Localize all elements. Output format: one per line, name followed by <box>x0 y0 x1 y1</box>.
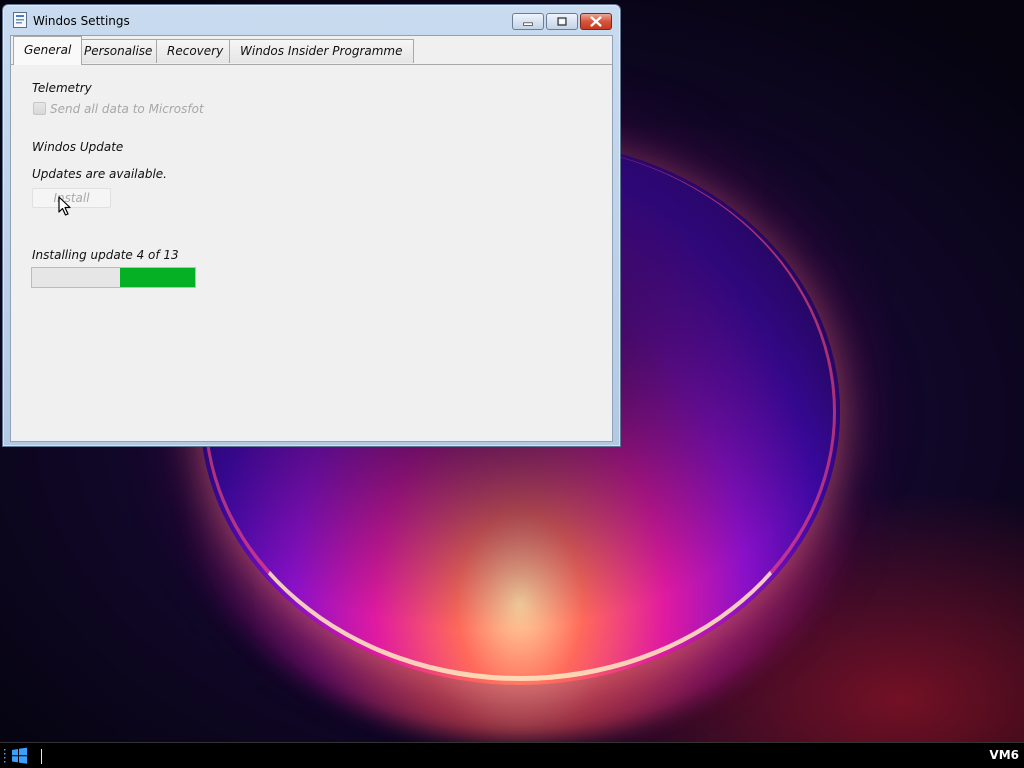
send-data-checkbox[interactable] <box>33 102 46 115</box>
window-title: Windos Settings <box>33 14 130 28</box>
tab-strip: General Personalise Recovery Windos Insi… <box>11 36 612 65</box>
windows-logo-icon[interactable] <box>2 746 30 766</box>
restore-button[interactable] <box>546 13 578 30</box>
minimize-button[interactable] <box>512 13 544 30</box>
settings-app-icon <box>13 12 27 28</box>
taskbar: VM6 <box>0 742 1024 768</box>
tab-recovery[interactable]: Recovery <box>156 39 235 63</box>
close-button[interactable] <box>580 13 612 30</box>
restore-icon <box>557 17 567 26</box>
title-bar[interactable]: Windos Settings <box>3 5 620 35</box>
update-progress-bar <box>31 267 196 288</box>
window-client-area: General Personalise Recovery Windos Insi… <box>10 35 613 442</box>
tab-general[interactable]: General <box>13 36 83 65</box>
send-data-checkbox-label: Send all data to Microsfot <box>50 102 204 116</box>
mouse-cursor-icon <box>58 196 71 216</box>
settings-window: Windos Settings General Personalise Reco… <box>2 4 621 447</box>
minimize-icon <box>523 22 533 26</box>
close-icon <box>590 16 602 27</box>
windos-update-heading: Windos Update <box>32 140 124 154</box>
vm-label: VM6 <box>989 748 1019 762</box>
update-status-text: Updates are available. <box>32 167 167 181</box>
taskbar-search-caret[interactable] <box>41 749 42 764</box>
telemetry-heading: Telemetry <box>32 81 92 95</box>
update-progress-text: Installing update 4 of 13 <box>32 248 179 262</box>
tab-windos-insider-programme[interactable]: Windos Insider Programme <box>229 39 414 63</box>
progress-bar-fill <box>120 268 195 287</box>
tab-personalise[interactable]: Personalise <box>73 39 164 63</box>
